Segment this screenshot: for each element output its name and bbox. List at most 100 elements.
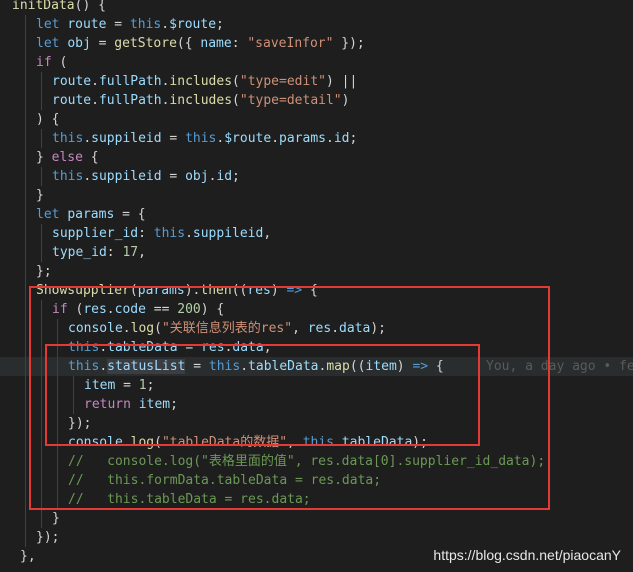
indent-guide [41, 243, 42, 262]
code-token: this [52, 169, 84, 184]
code-text: let params = { [36, 205, 146, 224]
code-line[interactable]: initData() { [0, 0, 633, 15]
code-line[interactable]: } else { [0, 148, 633, 167]
code-token: params [279, 131, 326, 146]
indent-guide [25, 490, 26, 509]
code-token: route [67, 17, 107, 32]
code-line[interactable]: ) { [0, 110, 633, 129]
code-text: supplier_id: this.suppileid, [52, 224, 271, 243]
code-token: . [83, 131, 92, 146]
code-line[interactable]: let route = this.$route; [0, 15, 633, 34]
code-token: if [36, 55, 52, 70]
code-token: route [52, 74, 92, 89]
indent-guide [25, 281, 26, 300]
code-token: suppileid [192, 226, 264, 241]
code-token: 17 [122, 245, 139, 260]
code-token: this [185, 131, 217, 146]
indent-guide [41, 129, 42, 148]
indent-guide [25, 167, 26, 186]
indent-guide [25, 110, 26, 129]
code-token: ; [216, 17, 224, 32]
code-text: } [36, 186, 44, 205]
code-token: type_id [52, 245, 107, 260]
indent-guide [25, 262, 26, 281]
code-token: { [82, 150, 99, 165]
code-text: this.suppileid = this.$route.params.id; [52, 129, 357, 148]
code-text: initData() { [12, 0, 106, 15]
code-token: ({ [176, 36, 201, 51]
indent-guide [25, 471, 26, 490]
code-token: id [333, 131, 350, 146]
code-token: = [161, 131, 186, 146]
code-line[interactable]: supplier_id: this.suppileid, [0, 224, 633, 243]
code-line[interactable]: let obj = getStore({ name: "saveInfor" }… [0, 34, 633, 53]
code-line[interactable]: }; [0, 262, 633, 281]
code-line[interactable]: if ( [0, 53, 633, 72]
code-token: ) { [36, 112, 60, 127]
code-token: $route [169, 17, 217, 32]
code-text: if ( [36, 53, 67, 72]
code-token: "saveInfor" [247, 36, 334, 51]
code-token: }); [36, 530, 60, 545]
code-token: else [51, 150, 83, 165]
indent-guide [25, 53, 26, 72]
code-token: suppileid [91, 131, 162, 146]
code-line[interactable]: } [0, 186, 633, 205]
indent-guide [25, 433, 26, 452]
code-token: ) || [325, 74, 358, 89]
code-line[interactable]: route.fullPath.includes("type=detail") [0, 91, 633, 110]
code-text: this.suppileid = obj.id; [52, 167, 240, 186]
code-token: let [36, 36, 68, 51]
code-text: let route = this.$route; [36, 15, 224, 34]
code-token: "type=edit" [239, 74, 326, 89]
code-line[interactable]: }); [0, 528, 633, 547]
code-token: includes [169, 74, 233, 89]
code-token: }; [36, 264, 52, 279]
code-token: () { [74, 0, 106, 13]
code-line[interactable]: route.fullPath.includes("type=edit") || [0, 72, 633, 91]
code-line[interactable]: } [0, 509, 633, 528]
code-token: ; [349, 131, 358, 146]
indent-guide [25, 414, 26, 433]
code-text: }, [20, 547, 36, 566]
code-token: . [91, 74, 99, 89]
indent-guide [25, 34, 26, 53]
code-token: } [36, 188, 44, 203]
code-token: let [36, 207, 68, 222]
indent-guide [41, 72, 42, 91]
code-token: params [67, 207, 115, 222]
indent-guide [25, 148, 26, 167]
indent-guide [25, 91, 26, 110]
code-line[interactable]: this.suppileid = obj.id; [0, 167, 633, 186]
code-token: this [52, 131, 84, 146]
code-line[interactable]: this.suppileid = this.$route.params.id; [0, 129, 633, 148]
code-text: }); [36, 528, 59, 547]
code-line[interactable]: let params = { [0, 205, 633, 224]
code-token: . [161, 17, 170, 32]
code-token: . [91, 93, 99, 108]
indent-guide [25, 357, 26, 376]
code-token: ( [232, 93, 240, 108]
annotation-box-inner [45, 344, 480, 446]
code-token: fullPath [98, 93, 162, 108]
indent-guide [41, 167, 42, 186]
code-token: : [138, 226, 154, 241]
code-token: id [216, 169, 233, 184]
indent-guide [25, 72, 26, 91]
code-token: . [271, 131, 280, 146]
code-token: getStore [114, 36, 177, 51]
code-token: supplier_id [52, 226, 139, 241]
indent-guide [25, 452, 26, 471]
code-token: . [325, 131, 334, 146]
indent-guide [25, 319, 26, 338]
indent-guide [25, 15, 26, 34]
watermark-url: https://blog.csdn.net/piaocanY [433, 547, 621, 563]
indent-guide [41, 509, 42, 528]
code-line[interactable]: type_id: 17, [0, 243, 633, 262]
indent-guide [25, 528, 26, 547]
code-token: fullPath [98, 74, 162, 89]
indent-guide [25, 509, 26, 528]
code-token: . [185, 226, 193, 241]
indent-guide [25, 205, 26, 224]
code-token: includes [169, 93, 233, 108]
